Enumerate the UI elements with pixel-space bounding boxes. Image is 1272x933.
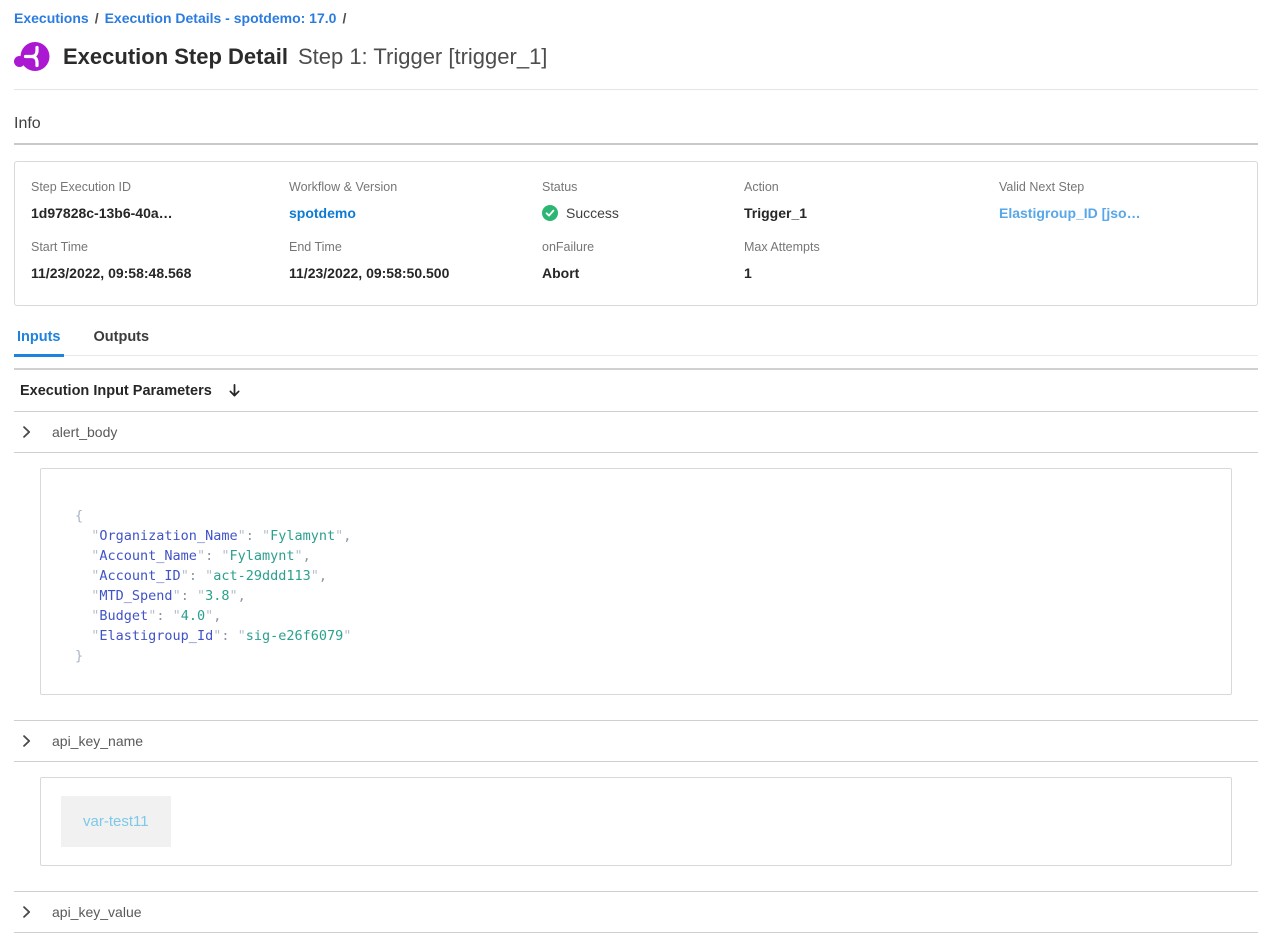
execution-input-parameters-header: Execution Input Parameters bbox=[14, 370, 1258, 412]
breadcrumb: Executions / Execution Details - spotdemo:… bbox=[14, 0, 1258, 27]
info-field-max-attempts: Max Attempts 1 bbox=[744, 240, 999, 282]
execution-input-parameters-label: Execution Input Parameters bbox=[20, 383, 212, 399]
info-field-workflow-version: Workflow & Version spotdemo bbox=[289, 180, 542, 222]
param-section-name: api_key_value bbox=[52, 904, 142, 920]
param-section-alert_body[interactable]: alert_body bbox=[14, 412, 1258, 453]
info-field-action: Action Trigger_1 bbox=[744, 180, 999, 222]
info-field-value[interactable]: spotdemo bbox=[289, 204, 542, 222]
status-text: Success bbox=[566, 204, 619, 222]
param-section-name: api_key_name bbox=[52, 733, 143, 749]
chevron-right-icon bbox=[20, 905, 33, 919]
info-field-label: Max Attempts bbox=[744, 240, 999, 255]
info-field-label: End Time bbox=[289, 240, 542, 255]
info-field-start-time: Start Time 11/23/2022, 09:58:48.568 bbox=[31, 240, 289, 282]
info-field-value: 11/23/2022, 09:58:50.500 bbox=[289, 264, 542, 282]
page-subtitle: Step 1: Trigger [trigger_1] bbox=[298, 44, 547, 70]
info-field-value: Abort bbox=[542, 264, 744, 282]
info-field-status: Status Success bbox=[542, 180, 744, 222]
info-field-value: Trigger_1 bbox=[744, 204, 999, 222]
value-chip: var-test11 bbox=[61, 796, 171, 847]
fylamynt-logo-icon bbox=[14, 40, 50, 74]
execution-step-detail-page: Executions / Execution Details - spotdemo:… bbox=[0, 0, 1272, 933]
breadcrumb-separator: / bbox=[342, 10, 346, 26]
page-title: Execution Step Detail bbox=[63, 44, 288, 70]
info-field-label: Status bbox=[542, 180, 744, 195]
param-section-content: var-test11 bbox=[14, 762, 1258, 891]
info-field-step-execution-id: Step Execution ID 1d97828c-13b6-40a… bbox=[31, 180, 289, 222]
info-field-end-time: End Time 11/23/2022, 09:58:50.500 bbox=[289, 240, 542, 282]
page-header: Execution Step Detail Step 1: Trigger [t… bbox=[14, 40, 1258, 74]
param-section-api_key_name[interactable]: api_key_name bbox=[14, 721, 1258, 762]
divider bbox=[14, 143, 1258, 145]
json-viewer: { "Organization_Name": "Fylamynt", "Acco… bbox=[75, 506, 1197, 666]
param-section-name: alert_body bbox=[52, 424, 117, 440]
param-section-content: { "Organization_Name": "Fylamynt", "Acco… bbox=[14, 453, 1258, 720]
success-check-icon bbox=[542, 205, 558, 221]
info-field-label: Workflow & Version bbox=[289, 180, 542, 195]
param-sections: alert_body { "Organization_Name": "Fylamy… bbox=[14, 412, 1258, 933]
info-field-label: Start Time bbox=[31, 240, 289, 255]
tab-outputs[interactable]: Outputs bbox=[91, 327, 153, 357]
info-field-label: onFailure bbox=[542, 240, 744, 255]
info-field-onfailure: onFailure Abort bbox=[542, 240, 744, 282]
chevron-right-icon bbox=[20, 734, 33, 748]
info-field-value[interactable]: Elastigroup_ID [jso… bbox=[999, 204, 1241, 222]
breadcrumb-link-2[interactable]: Execution Details - spotdemo: 17.0 bbox=[105, 10, 337, 26]
info-field-label: Valid Next Step bbox=[999, 180, 1241, 195]
param-section-api_key_value[interactable]: api_key_value bbox=[14, 892, 1258, 933]
info-field-value: 11/23/2022, 09:58:48.568 bbox=[31, 264, 289, 282]
divider bbox=[14, 89, 1258, 90]
info-field-label: Step Execution ID bbox=[31, 180, 289, 195]
tab-inputs[interactable]: Inputs bbox=[14, 327, 64, 357]
info-field-value: Success bbox=[542, 204, 744, 222]
chevron-right-icon bbox=[20, 425, 33, 439]
info-section-heading: Info bbox=[14, 115, 1258, 133]
tab-bar: Inputs Outputs bbox=[14, 327, 1258, 356]
info-field-valid-next-step: Valid Next Step Elastigroup_ID [jso… bbox=[999, 180, 1241, 222]
breadcrumb-link-1[interactable]: Executions bbox=[14, 10, 89, 26]
breadcrumb-separator: / bbox=[95, 10, 99, 26]
info-field-label: Action bbox=[744, 180, 999, 195]
json-viewer-box: { "Organization_Name": "Fylamynt", "Acco… bbox=[40, 468, 1232, 695]
info-field-value: 1 bbox=[744, 264, 999, 282]
info-field-value: 1d97828c-13b6-40a… bbox=[31, 204, 289, 222]
info-card: Step Execution ID 1d97828c-13b6-40a…Workf… bbox=[14, 161, 1258, 306]
value-box: var-test11 bbox=[40, 777, 1232, 866]
arrow-down-icon[interactable] bbox=[227, 382, 242, 399]
